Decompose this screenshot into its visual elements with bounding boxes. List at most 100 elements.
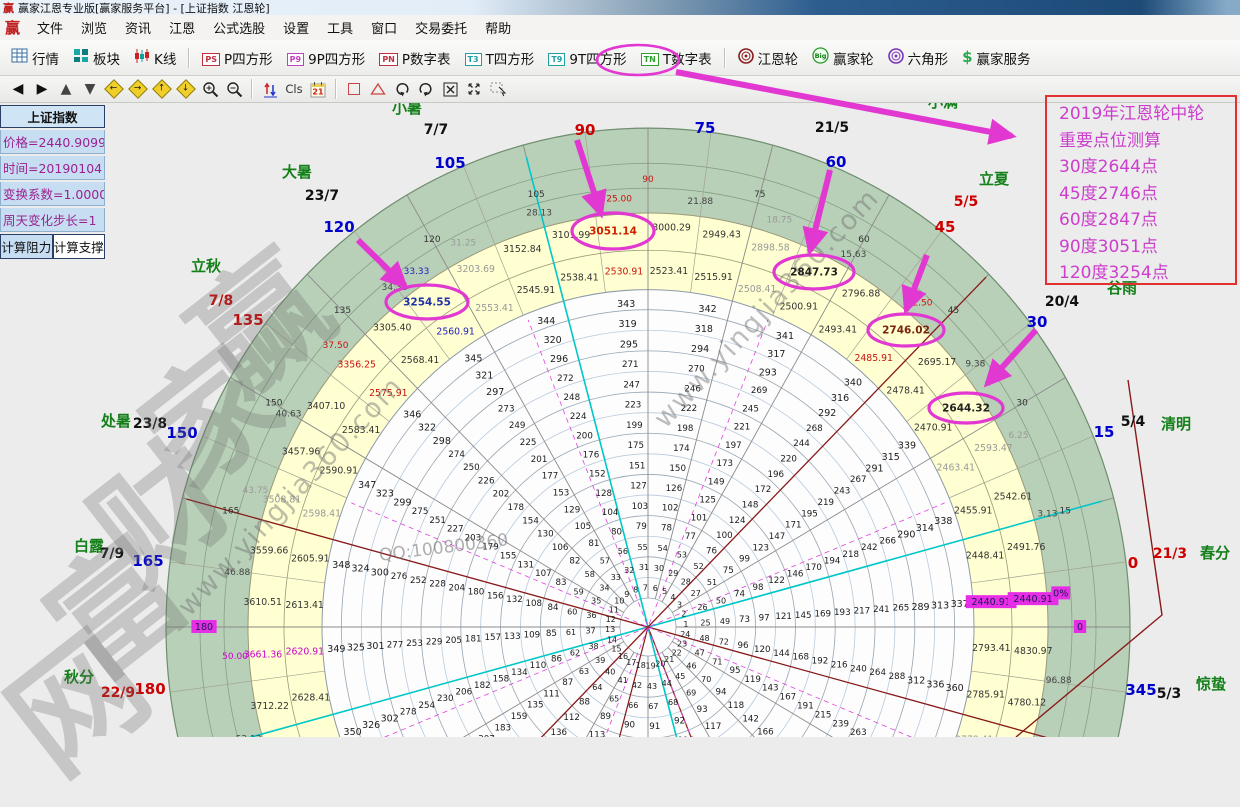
toolbar-9t-square[interactable]: T99T四方形: [541, 45, 633, 71]
rotate-cw-icon[interactable]: [390, 78, 414, 100]
draw-square-icon[interactable]: [342, 78, 366, 100]
svg-text:40: 40: [605, 667, 615, 676]
svg-text:42: 42: [632, 681, 642, 690]
svg-text:169: 169: [814, 609, 831, 619]
menu-item-4[interactable]: 公式选股: [204, 15, 274, 40]
rotate-ccw-icon[interactable]: [414, 78, 438, 100]
svg-text:30: 30: [654, 564, 664, 573]
pan-right-icon[interactable]: →: [126, 78, 150, 100]
svg-text:小暑: 小暑: [392, 103, 422, 117]
pan-left-icon[interactable]: ←: [102, 78, 126, 100]
svg-text:3203.69: 3203.69: [457, 264, 496, 275]
winner-wheel-icon: Big: [812, 47, 829, 68]
calc-resistance-button[interactable]: 计算阻力: [0, 234, 53, 259]
annotation-line-0: 2019年江恩轮中轮: [1059, 101, 1235, 128]
svg-text:131: 131: [517, 560, 534, 570]
toolbar-p-table[interactable]: PNP数字表: [372, 45, 457, 71]
toolbar-quotes[interactable]: 行情: [4, 45, 66, 71]
nav-prev-icon[interactable]: ◀: [6, 78, 30, 100]
svg-text:3712.22: 3712.22: [251, 701, 289, 712]
svg-text:2470.91: 2470.91: [914, 422, 953, 433]
svg-text:63: 63: [579, 667, 589, 676]
pan-down-icon[interactable]: ↓: [174, 78, 198, 100]
svg-text:32: 32: [624, 566, 634, 575]
toolbar-kline[interactable]: K线: [127, 45, 183, 71]
toolbar-separator: [251, 79, 253, 99]
menu-item-2[interactable]: 资讯: [116, 15, 160, 40]
toolbar-9p-square[interactable]: P99P四方形: [280, 45, 373, 71]
menu-item-0[interactable]: 文件: [28, 15, 72, 40]
svg-text:317: 317: [767, 349, 785, 360]
svg-text:88: 88: [579, 698, 590, 708]
menu-item-3[interactable]: 江恩: [160, 15, 204, 40]
fit-center-icon[interactable]: [462, 78, 486, 100]
svg-text:9.38: 9.38: [965, 360, 985, 370]
svg-text:81: 81: [588, 539, 599, 549]
menu-item-6[interactable]: 工具: [318, 15, 362, 40]
toolbar-sectors[interactable]: 板块: [66, 45, 127, 71]
svg-text:123: 123: [752, 543, 769, 553]
zoom-in-icon[interactable]: [198, 78, 222, 100]
svg-text:3305.40: 3305.40: [373, 322, 412, 333]
hexagon-icon: [888, 48, 904, 68]
nav-up-icon[interactable]: ▲: [54, 78, 78, 100]
toolbar-p-square[interactable]: PSP四方形: [195, 45, 279, 71]
price-axis-icon[interactable]: [258, 78, 282, 100]
svg-text:2793.41: 2793.41: [972, 643, 1011, 654]
toolbar-separator: [188, 48, 190, 68]
menu-item-7[interactable]: 窗口: [362, 15, 406, 40]
svg-text:134: 134: [511, 668, 528, 678]
svg-text:120: 120: [323, 218, 354, 236]
svg-text:202: 202: [493, 490, 510, 500]
nav-down-icon[interactable]: ▼: [78, 78, 102, 100]
svg-text:98: 98: [753, 583, 764, 593]
menu-item-8[interactable]: 交易委托: [406, 15, 476, 40]
cls-icon[interactable]: Cls: [282, 78, 306, 100]
annotation-line-4: 60度2847点: [1059, 207, 1235, 234]
9t-square-icon: T9: [548, 50, 565, 66]
zoom-out-icon[interactable]: [222, 78, 246, 100]
toolbar-gann-wheel[interactable]: 江恩轮: [731, 45, 806, 71]
svg-text:158: 158: [493, 674, 510, 684]
svg-text:93: 93: [697, 705, 708, 715]
delete-box-icon[interactable]: [438, 78, 462, 100]
svg-text:2515.91: 2515.91: [694, 272, 733, 283]
menu-item-5[interactable]: 设置: [274, 15, 318, 40]
svg-text:47: 47: [695, 649, 705, 658]
svg-text:252: 252: [410, 576, 427, 586]
toolbar-winner-wheel[interactable]: Big赢家轮: [805, 44, 881, 71]
svg-text:275: 275: [412, 507, 429, 517]
svg-text:秋分: 秋分: [64, 668, 94, 686]
calc-support-button[interactable]: 计算支撑: [53, 234, 106, 259]
lasso-icon[interactable]: [486, 78, 510, 100]
svg-text:41: 41: [618, 676, 628, 685]
svg-text:181: 181: [465, 635, 482, 645]
pan-up-icon[interactable]: ↑: [150, 78, 174, 100]
svg-text:254: 254: [418, 701, 435, 711]
svg-text:3.13: 3.13: [1037, 509, 1057, 519]
svg-text:9: 9: [624, 590, 629, 599]
svg-text:166: 166: [757, 728, 774, 737]
svg-text:128: 128: [595, 489, 612, 499]
svg-text:2553.41: 2553.41: [475, 303, 514, 314]
nav-next-icon[interactable]: ▶: [30, 78, 54, 100]
svg-text:2898.58: 2898.58: [751, 243, 790, 254]
draw-triangle-icon[interactable]: [366, 78, 390, 100]
toolbar-hexagon[interactable]: 六角形: [881, 45, 956, 71]
toolbar-winner-service[interactable]: $赢家服务: [955, 45, 1037, 71]
menu-item-1[interactable]: 浏览: [72, 15, 116, 40]
svg-text:30: 30: [1016, 398, 1028, 408]
winner-service-icon: $: [962, 50, 972, 66]
svg-text:121: 121: [775, 612, 792, 622]
svg-text:120: 120: [754, 645, 771, 655]
calendar-icon[interactable]: 21: [306, 78, 330, 100]
toolbar-t-square[interactable]: T3T四方形: [458, 45, 542, 71]
svg-text:239: 239: [832, 719, 849, 729]
menu-item-9[interactable]: 帮助: [476, 15, 520, 40]
svg-text:2785.91: 2785.91: [966, 689, 1005, 700]
toolbar-t-table[interactable]: TNT数字表: [634, 45, 719, 71]
svg-text:129: 129: [564, 505, 581, 515]
svg-text:324: 324: [352, 564, 370, 575]
svg-text:58: 58: [585, 570, 595, 579]
svg-text:3: 3: [677, 601, 682, 610]
